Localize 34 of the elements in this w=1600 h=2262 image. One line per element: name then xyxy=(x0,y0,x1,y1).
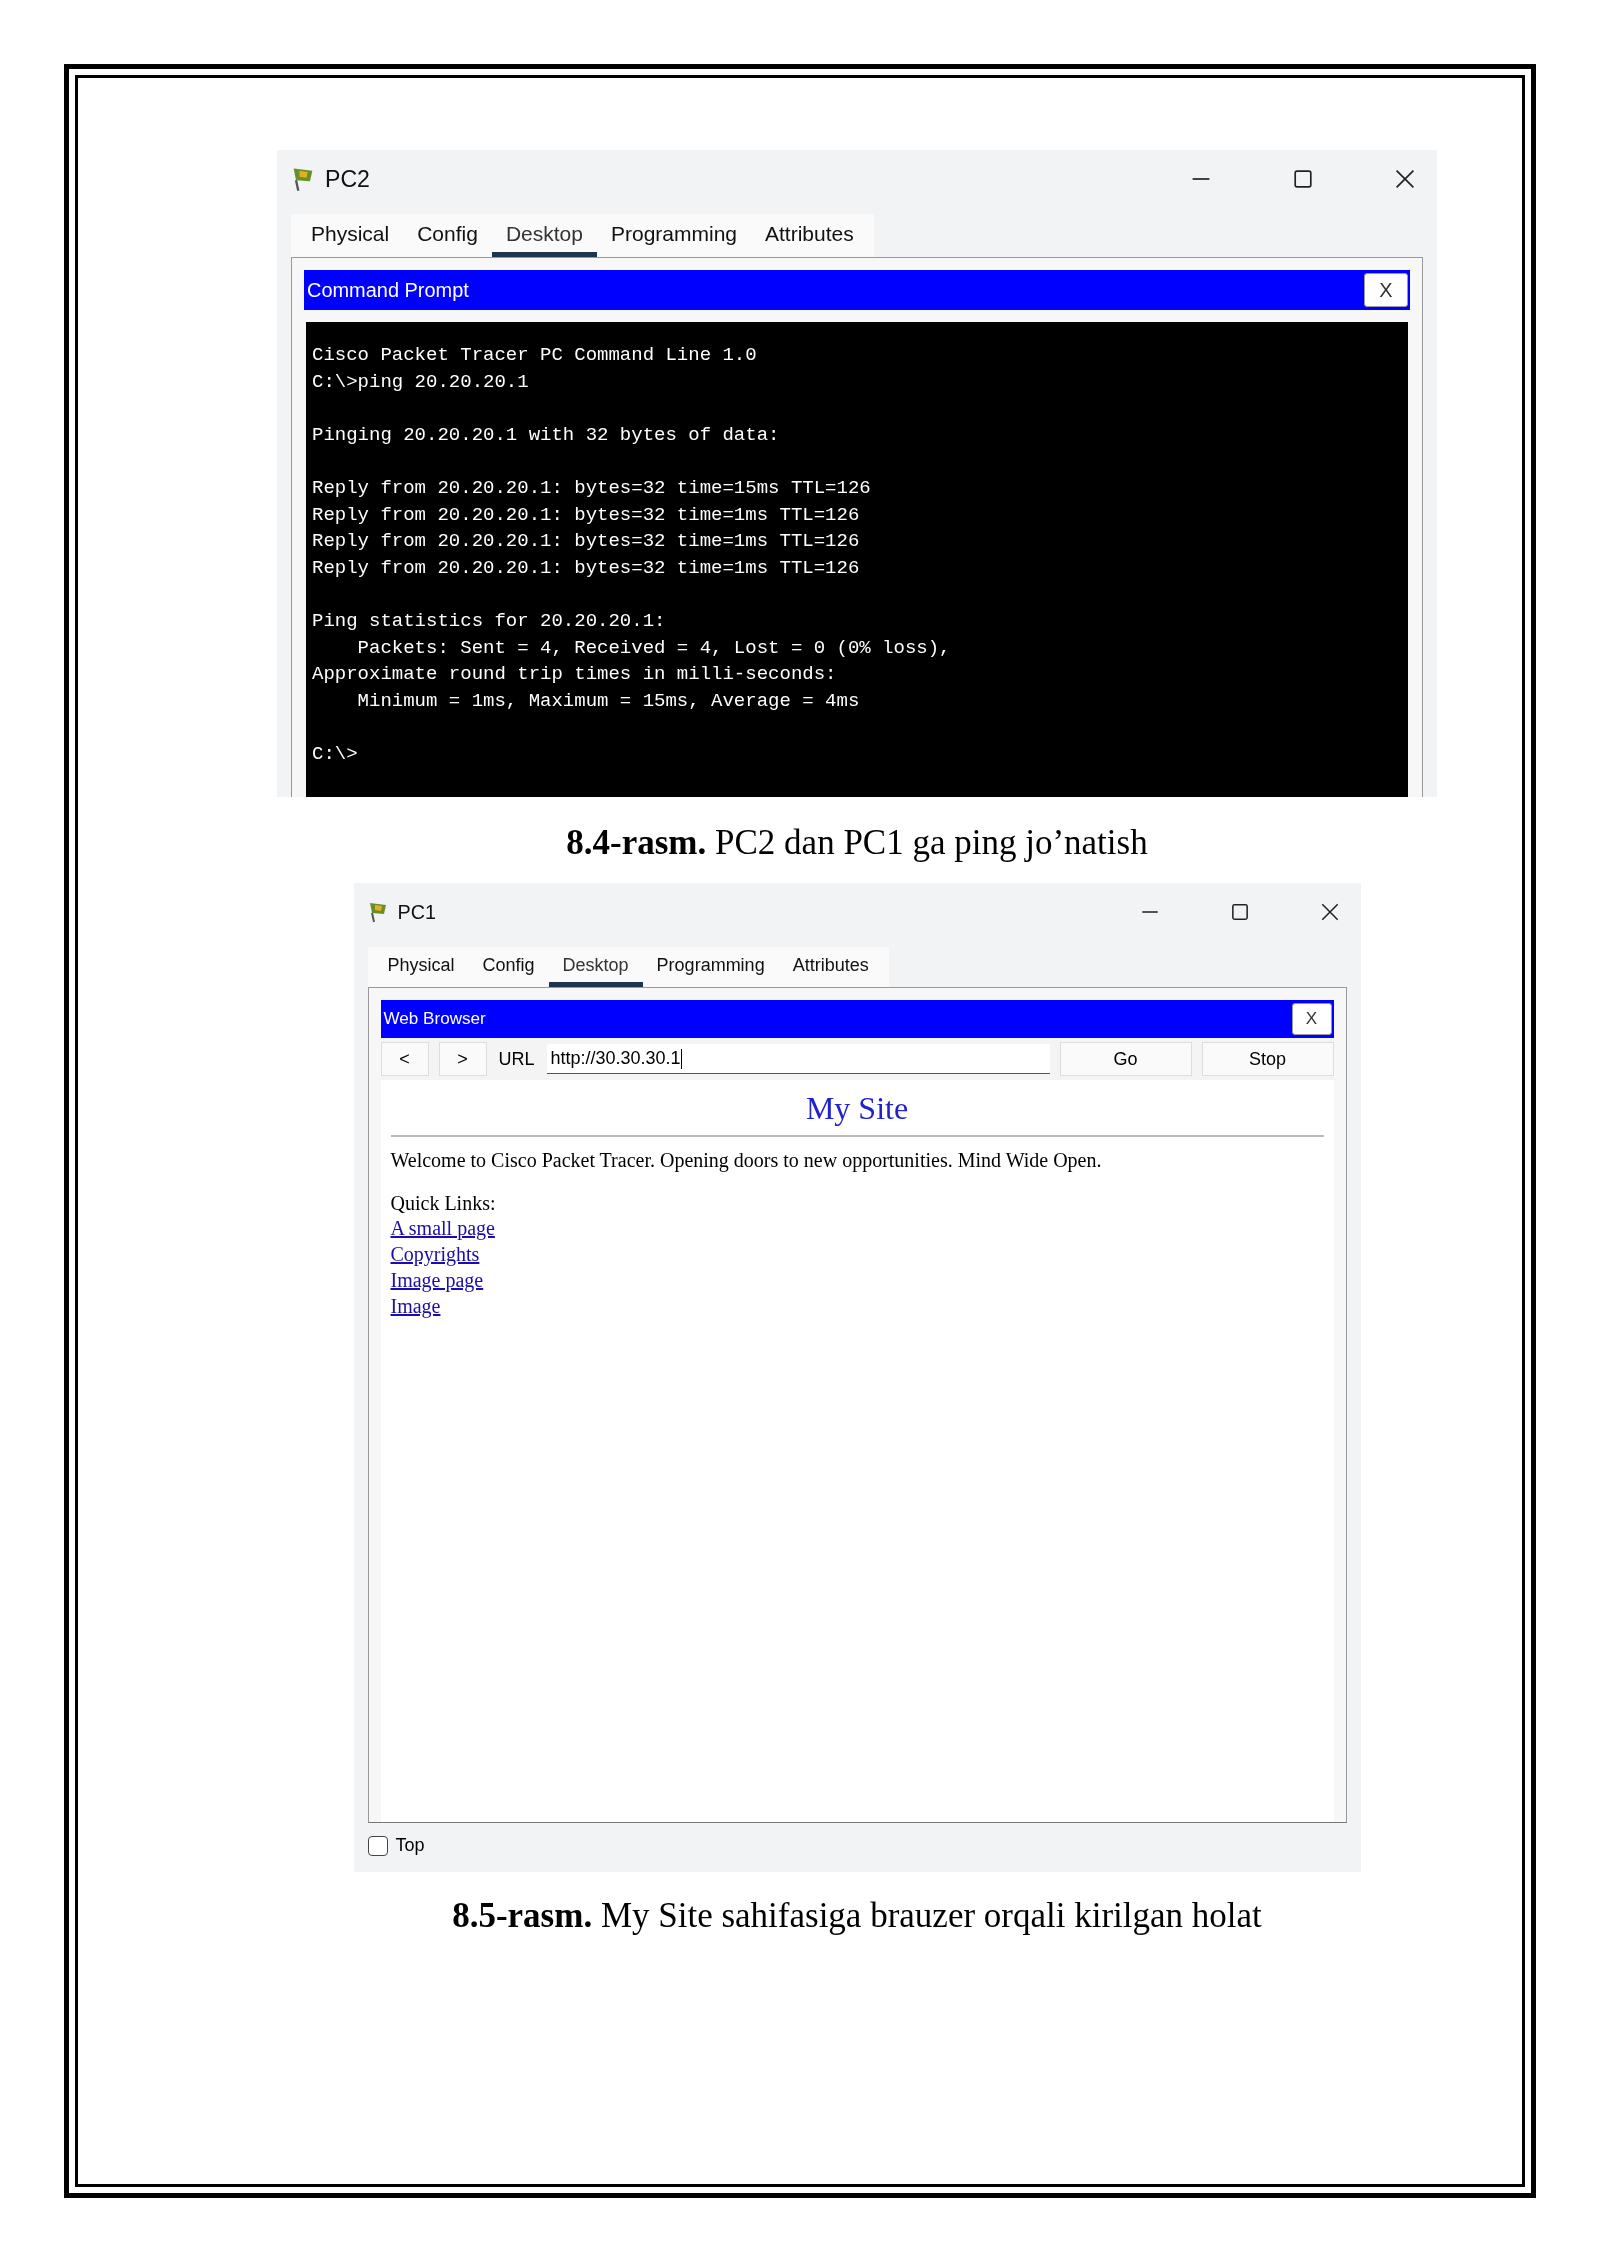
close-button[interactable]: X xyxy=(1291,1003,1332,1035)
quick-links-label: Quick Links: xyxy=(390,1192,496,1215)
tab[interactable]: Attributes xyxy=(778,947,883,987)
checkbox[interactable] xyxy=(367,1835,388,1856)
tab[interactable]: Programming xyxy=(642,947,779,987)
terminal-output: Cisco Packet Tracer PC Command Line 1.0 C:\>ping 20.20.20.1 Pinging 20.20.20.1 with 32 bytes of data: Reply from 20.20.20.1: bytes=32 time=15ms TTL=126 Reply from 20.20.20.1: bytes=32 time=1ms TTL=126 Reply from 20.20.20.1: bytes=32 time=1ms TTL=126 Reply from 20.20.20.1: bytes=32 time=1ms TTL=126 Ping statistics for 20.20.20.1: Packets: Sent = 4, Received = 4, Lost = 0 (0% loss), Approximate round trip times in milli-seconds: Minimum = 1ms, Maximum = 15ms, Average = 4ms C:\> xyxy=(306,322,1408,797)
window-title: PC1 xyxy=(397,900,436,924)
checkbox-label: Top xyxy=(395,1835,425,1856)
window-title: PC2 xyxy=(325,165,370,193)
url-label: URL xyxy=(497,1048,536,1070)
close-icon[interactable] xyxy=(1393,167,1417,191)
forward-button[interactable]: > xyxy=(438,1042,487,1076)
page-link[interactable]: Image xyxy=(390,1293,441,1319)
tab[interactable]: Attributes xyxy=(751,214,868,257)
tab[interactable]: Physical xyxy=(373,947,469,987)
go-button[interactable]: Go xyxy=(1059,1042,1192,1076)
back-button[interactable]: < xyxy=(380,1042,429,1076)
tab[interactable]: Config xyxy=(468,947,549,987)
url-field[interactable]: http://30.30.30.1 xyxy=(546,1044,1050,1074)
stop-button[interactable]: Stop xyxy=(1201,1042,1334,1076)
figure-caption: 8.5-rasm. My Site sahifasiga brauzer orqali kirilgan holat xyxy=(452,1896,1262,1936)
tab[interactable]: Physical xyxy=(297,214,404,257)
figure-caption: 8.4-rasm. PC2 dan PC1 ga ping jo’natish xyxy=(566,823,1148,863)
welcome-text: Welcome to Cisco Packet Tracer. Opening doors to new opportunities. Mind Wide Open. xyxy=(390,1149,1102,1172)
page-link[interactable]: Image page xyxy=(390,1267,484,1293)
page-link[interactable]: Copyrights xyxy=(390,1241,480,1267)
page-heading: My Site xyxy=(805,1090,909,1127)
maximize-icon[interactable] xyxy=(1291,167,1315,191)
page-link[interactable]: A small page xyxy=(390,1215,495,1241)
tab[interactable]: Config xyxy=(403,214,492,257)
app-title: Command Prompt xyxy=(306,278,469,302)
close-button[interactable]: X xyxy=(1364,273,1408,307)
tab[interactable]: Programming xyxy=(596,214,751,257)
app-title: Web Browser xyxy=(382,1009,486,1029)
